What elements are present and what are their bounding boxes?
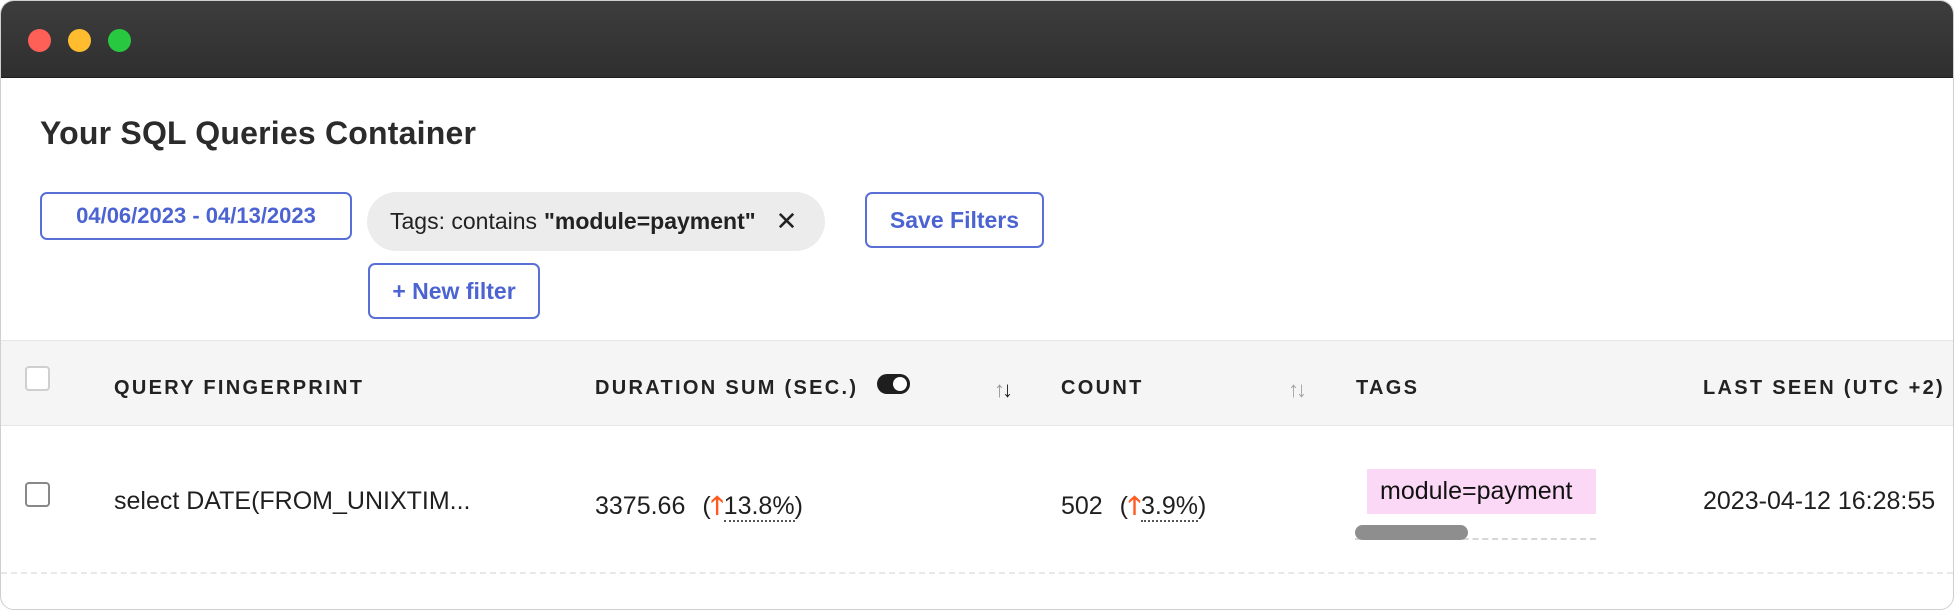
query-fingerprint-cell[interactable]: select DATE(FROM_UNIXTIM... — [114, 487, 471, 516]
app-window: Your SQL Queries Container 04/06/2023 - … — [0, 0, 1954, 610]
select-all-checkbox[interactable] — [25, 366, 50, 391]
title-bar — [1, 1, 1953, 78]
arrow-up-icon: 🡑 — [710, 492, 724, 520]
save-filters-button[interactable]: Save Filters — [865, 192, 1044, 248]
table-row[interactable]: select DATE(FROM_UNIXTIM... 3375.66 (🡑13… — [1, 426, 1953, 574]
page-title: Your SQL Queries Container — [40, 115, 477, 151]
column-header-count[interactable]: COUNT — [1061, 377, 1144, 400]
duration-value: 3375.66 — [595, 492, 686, 520]
new-filter-button[interactable]: + New filter — [368, 263, 540, 319]
toggle-icon[interactable] — [877, 374, 910, 394]
column-header-duration[interactable]: DURATION SUM (SEC.) — [595, 377, 858, 400]
filter-chip-value: "module=payment" — [544, 208, 756, 234]
tag-badge[interactable]: module=payment — [1367, 469, 1596, 514]
column-header-fingerprint[interactable]: QUERY FINGERPRINT — [114, 377, 364, 400]
tag-filter-chip[interactable]: Tags: contains "module=payment" ✕ — [367, 192, 825, 251]
row-checkbox[interactable] — [25, 482, 50, 507]
tags-scrollbar[interactable] — [1355, 525, 1468, 540]
filter-chip-label: Tags: contains — [390, 208, 538, 234]
duration-cell: 3375.66 (🡑13.8%) — [595, 487, 803, 530]
arrow-up-icon: 🡑 — [1128, 492, 1142, 520]
duration-trend-percent: 13.8% — [723, 492, 795, 522]
minimize-window-button[interactable] — [68, 29, 91, 52]
last-seen-cell: 2023-04-12 16:28:55 — [1703, 487, 1936, 515]
count-cell: 502 (🡑3.9%) — [1061, 487, 1206, 530]
table-header: QUERY FINGERPRINT DURATION SUM (SEC.) ↑↓… — [1, 340, 1953, 426]
remove-filter-icon[interactable]: ✕ — [776, 206, 798, 237]
count-trend-percent: 3.9% — [1141, 492, 1198, 522]
duration-trend[interactable]: (🡑13.8%) — [702, 492, 803, 522]
close-window-button[interactable] — [28, 29, 51, 52]
maximize-window-button[interactable] — [108, 29, 131, 52]
date-range-button[interactable]: 04/06/2023 - 04/13/2023 — [40, 192, 352, 240]
count-value: 502 — [1061, 492, 1103, 520]
sort-duration-icon[interactable]: ↑↓ — [994, 377, 1013, 403]
column-header-tags[interactable]: TAGS — [1356, 377, 1419, 400]
column-header-last-seen[interactable]: LAST SEEN (UTC +2) — [1703, 377, 1945, 400]
sort-count-icon[interactable]: ↑↓ — [1288, 377, 1307, 403]
count-trend[interactable]: (🡑3.9%) — [1120, 492, 1206, 522]
